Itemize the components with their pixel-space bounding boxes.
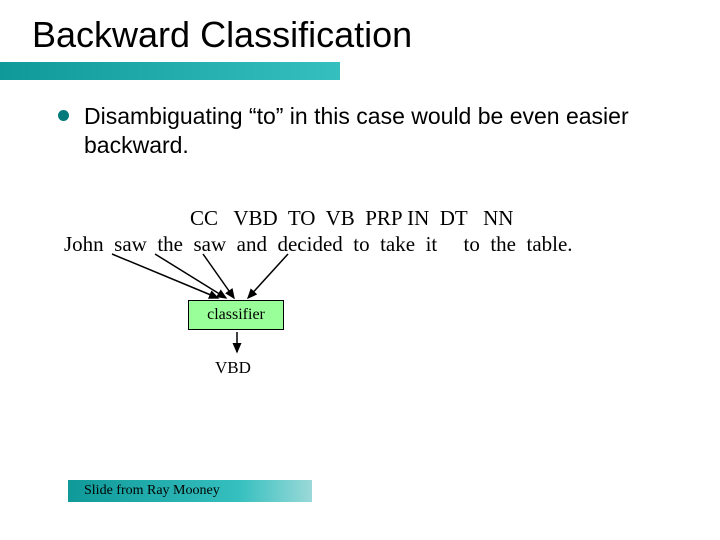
classifier-output-tag: VBD: [215, 358, 251, 378]
slide-title: Backward Classification: [32, 14, 412, 56]
footer-credit: Slide from Ray Mooney: [84, 483, 220, 499]
pos-tags-row: CC VBD TO VB PRP IN DT NN: [64, 206, 513, 231]
classifier-input-arrows: [100, 252, 400, 306]
bullet-item: Disambiguating “to” in this case would b…: [58, 102, 638, 160]
bullet-dot-icon: [58, 110, 69, 121]
bullet-text: Disambiguating “to” in this case would b…: [84, 102, 638, 160]
title-accent-bar: [0, 62, 340, 80]
footer-accent-bar: Slide from Ray Mooney: [68, 480, 312, 502]
classifier-output-arrow: [228, 330, 248, 358]
classifier-box: classifier: [188, 300, 284, 330]
classifier-label: classifier: [207, 306, 265, 324]
